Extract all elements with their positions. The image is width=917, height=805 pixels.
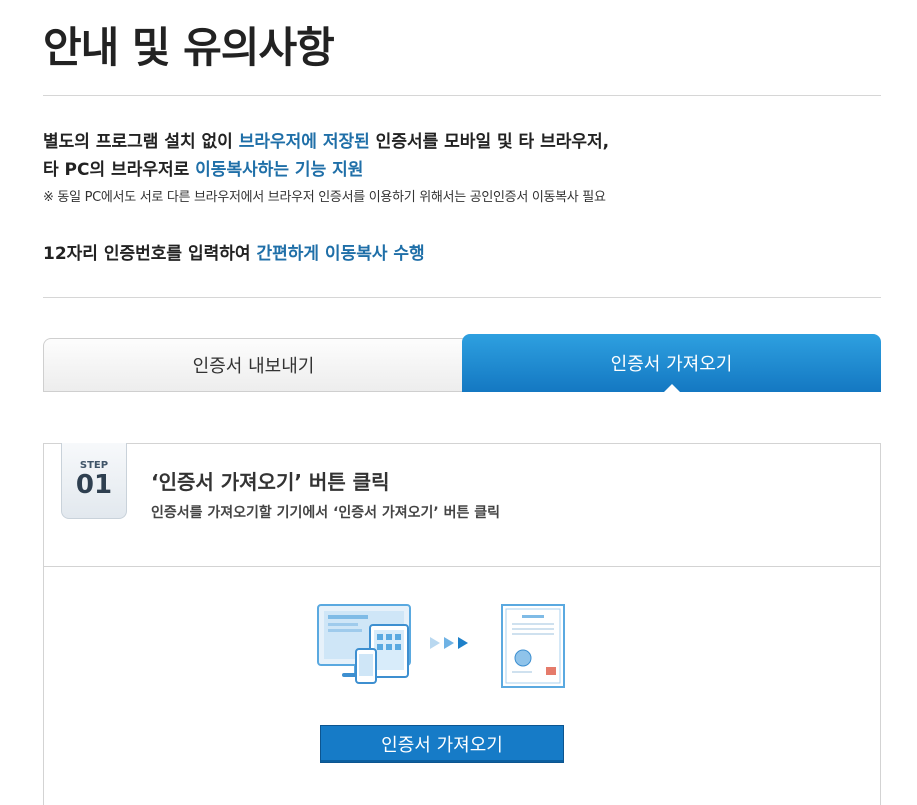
button-label: 인증서 가져오기: [381, 735, 503, 756]
step-title: ‘인증서 가져오기’ 버튼 클릭: [151, 470, 390, 494]
step-panel: STEP 01 ‘인증서 가져오기’ 버튼 클릭 인증서를 가져오기할 기기에서…: [43, 443, 881, 805]
intro-line-3: 12자리 인증번호를 입력하여 간편하게 이동복사 수행: [43, 239, 425, 264]
intro-text: 타 PC의 브라우저로: [43, 160, 196, 180]
tab-import-certificate[interactable]: 인증서 가져오기: [462, 334, 881, 393]
arrow-right-icon: [430, 637, 468, 649]
devices-icon: [317, 604, 411, 684]
tab-label: 인증서 내보내기: [192, 356, 315, 377]
divider: [43, 297, 881, 298]
divider: [43, 95, 881, 96]
intro-text: 12자리 인증번호를 입력하여: [43, 244, 257, 264]
active-tab-notch: [662, 384, 681, 393]
step-description: 인증서를 가져오기할 기기에서 ‘인증서 가져오기’ 버튼 클릭: [151, 505, 500, 521]
intro-text: 별도의 프로그램 설치 없이: [43, 132, 239, 152]
tab-export-certificate[interactable]: 인증서 내보내기: [43, 338, 463, 392]
step-number: 01: [75, 470, 113, 500]
intro-text: 인증서를 모바일 및 타 브라우저,: [369, 132, 610, 152]
import-certificate-button[interactable]: 인증서 가져오기: [320, 725, 564, 763]
intro-line-2: 타 PC의 브라우저로 이동복사하는 기능 지원: [43, 155, 363, 180]
intro-highlight: 브라우저에 저장된: [238, 132, 370, 152]
step-badge: STEP 01: [61, 443, 127, 519]
tab-label: 인증서 가져오기: [610, 354, 733, 375]
intro-line-1: 별도의 프로그램 설치 없이 브라우저에 저장된 인증서를 모바일 및 타 브라…: [43, 127, 609, 152]
panel-divider: [44, 566, 880, 567]
intro-highlight: 간편하게 이동복사 수행: [256, 244, 425, 264]
intro-highlight: 이동복사하는 기능 지원: [195, 160, 364, 180]
intro-note: ※ 동일 PC에서도 서로 다른 브라우저에서 브라우저 인증서를 이용하기 위…: [43, 190, 606, 205]
certificate-icon: [501, 604, 565, 688]
page-title: 안내 및 유의사항: [43, 23, 335, 72]
import-illustration: [317, 604, 565, 688]
